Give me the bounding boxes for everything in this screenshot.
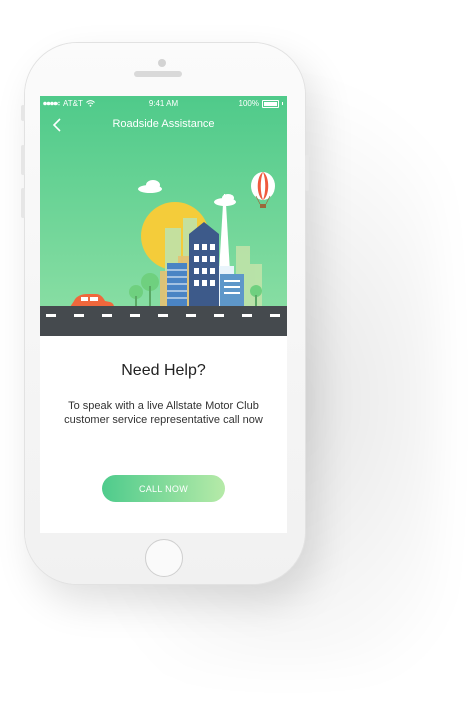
app-screen: AT&T 9:41 AM 100% Roadside Assistance Ne… <box>40 96 287 533</box>
volume-down-button <box>21 188 25 218</box>
earpiece-speaker <box>134 71 182 77</box>
office-building-icon <box>189 222 219 306</box>
status-bar: AT&T 9:41 AM 100% <box>40 96 287 112</box>
road <box>40 306 287 336</box>
front-camera <box>158 59 166 67</box>
volume-up-button <box>21 145 25 175</box>
battery-percent: 100% <box>238 99 259 108</box>
status-right: 100% <box>239 99 283 108</box>
call-now-button[interactable]: CALL NOW <box>102 475 225 502</box>
mute-switch <box>21 105 25 121</box>
nav-title: Roadside Assistance <box>112 118 215 130</box>
road-markings <box>46 314 280 317</box>
low-building-icon <box>220 274 244 306</box>
cloud-icon <box>138 180 236 206</box>
power-button <box>305 155 309 191</box>
help-description: To speak with a live Allstate Motor Club… <box>64 400 263 426</box>
help-section: Need Help? To speak with a live Allstate… <box>40 336 287 533</box>
glass-building-icon <box>167 263 187 306</box>
home-button[interactable] <box>145 539 183 577</box>
page-title: Need Help? <box>121 362 206 379</box>
battery-tip <box>282 102 283 105</box>
nav-bar: Roadside Assistance <box>40 112 287 138</box>
battery-icon <box>262 99 279 108</box>
hot-air-balloon-icon <box>251 172 275 208</box>
hero-banner: AT&T 9:41 AM 100% Roadside Assistance <box>40 96 287 336</box>
